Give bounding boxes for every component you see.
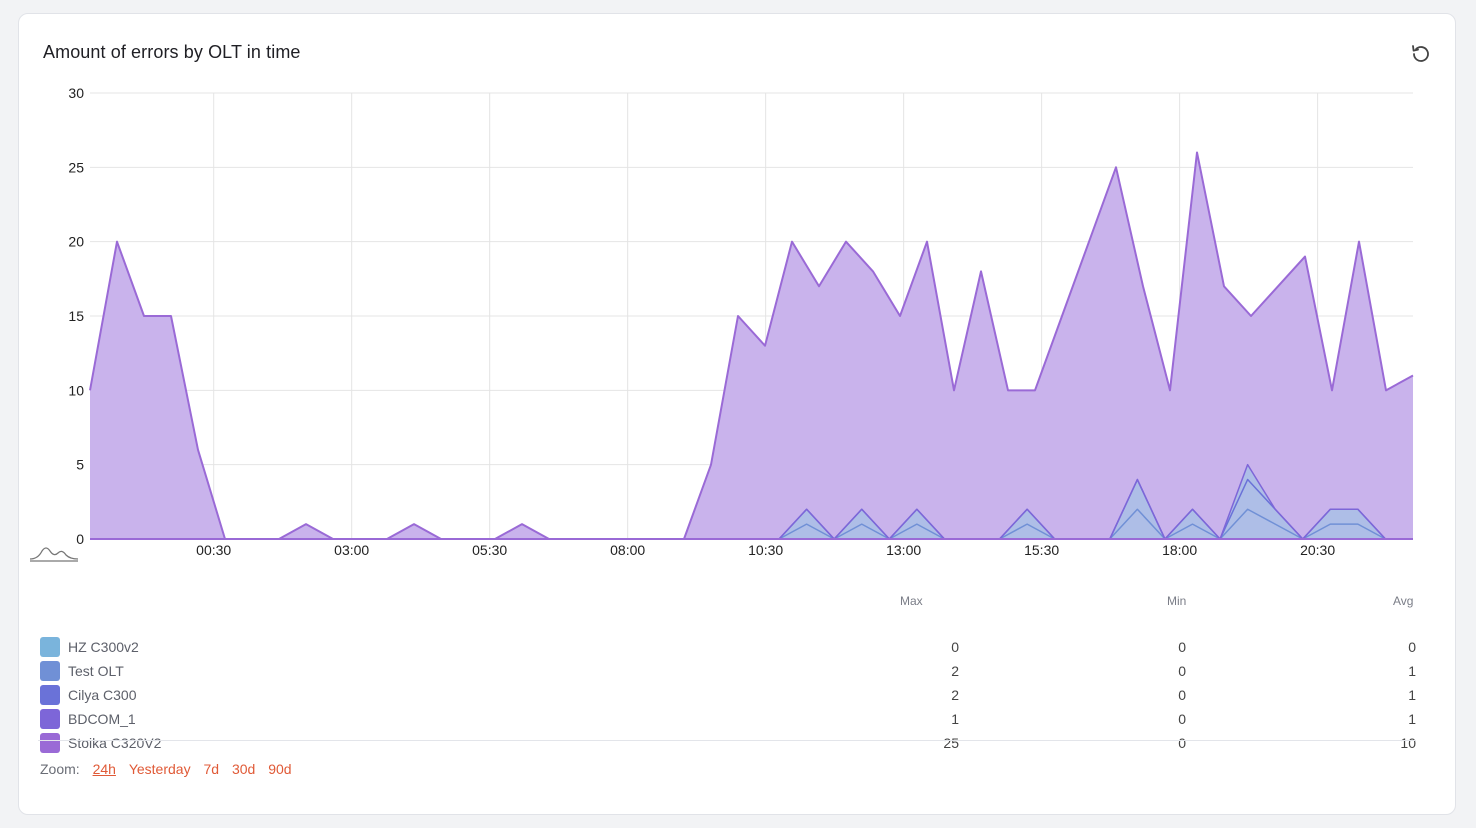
legend-min-value: 0	[1178, 663, 1186, 679]
legend-max-value: 25	[943, 735, 959, 751]
zoom-label: Zoom:	[40, 761, 80, 777]
legend-series-name: Cilya C300	[68, 687, 137, 703]
y-tick-label: 25	[68, 159, 84, 175]
mini-chart-icon[interactable]	[28, 543, 80, 568]
legend-row-cilya-c300[interactable]: Cilya C300 2 0 1	[40, 684, 1416, 706]
legend-header-max: Max	[900, 594, 923, 608]
legend-swatch	[40, 685, 60, 705]
x-tick-label: 00:30	[196, 542, 231, 558]
legend-min-value: 0	[1178, 639, 1186, 655]
series-area-stoika-c320v2	[90, 152, 1413, 539]
legend-series-name: Stoika C320V2	[68, 735, 162, 751]
legend-divider	[38, 740, 1416, 741]
y-tick-label: 30	[68, 85, 84, 101]
legend-row-test-olt[interactable]: Test OLT 2 0 1	[40, 660, 1416, 682]
area-chart: 05101520253000:30 03:00 05:30 08:00 10:30 13:…	[68, 85, 1414, 558]
legend-avg-value: 1	[1408, 687, 1416, 703]
legend-swatch	[40, 637, 60, 657]
legend-max-value: 2	[951, 663, 959, 679]
legend-series-name: HZ C300v2	[68, 639, 139, 655]
x-tick-label: 15:30	[1024, 542, 1059, 558]
legend-swatch	[40, 733, 60, 753]
x-tick-label: 13:00	[886, 542, 921, 558]
legend-avg-value: 1	[1408, 711, 1416, 727]
y-tick-label: 20	[68, 234, 84, 250]
x-tick-label: 10:30	[748, 542, 783, 558]
legend-avg-value: 10	[1400, 735, 1416, 751]
x-tick-label: 05:30	[472, 542, 507, 558]
legend-header-avg: Avg	[1393, 594, 1414, 608]
y-tick-label: 5	[76, 457, 84, 473]
legend-series-name: Test OLT	[68, 663, 124, 679]
legend-min-value: 0	[1178, 735, 1186, 751]
zoom-option-24h[interactable]: 24h	[93, 761, 116, 777]
x-tick-label: 20:30	[1300, 542, 1335, 558]
zoom-option-30d[interactable]: 30d	[232, 761, 255, 777]
legend-avg-value: 0	[1408, 639, 1416, 655]
legend-series-name: BDCOM_1	[68, 711, 136, 727]
legend-max-value: 1	[951, 711, 959, 727]
legend-min-value: 0	[1178, 687, 1186, 703]
zoom-option-90d[interactable]: 90d	[268, 761, 291, 777]
legend-swatch	[40, 661, 60, 681]
zoom-option-7d[interactable]: 7d	[203, 761, 219, 777]
x-tick-label: 03:00	[334, 542, 369, 558]
x-tick-label: 08:00	[610, 542, 645, 558]
legend-max-value: 2	[951, 687, 959, 703]
legend-row-bdcom-1[interactable]: BDCOM_1 1 0 1	[40, 708, 1416, 730]
legend-swatch	[40, 709, 60, 729]
legend-row-stoika-c320v2[interactable]: Stoika C320V2 25 0 10	[40, 732, 1416, 754]
legend-min-value: 0	[1178, 711, 1186, 727]
y-tick-label: 15	[68, 308, 84, 324]
legend-max-value: 0	[951, 639, 959, 655]
legend-header-min: Min	[1167, 594, 1187, 608]
y-tick-label: 10	[68, 382, 84, 398]
x-tick-label: 18:00	[1162, 542, 1197, 558]
zoom-bar: Zoom: 24h Yesterday 7d 30d 90d	[40, 761, 292, 777]
legend-row-hz-c300v2[interactable]: HZ C300v2 0 0 0	[40, 636, 1416, 658]
zoom-option-yesterday[interactable]: Yesterday	[129, 761, 191, 777]
legend-avg-value: 1	[1408, 663, 1416, 679]
